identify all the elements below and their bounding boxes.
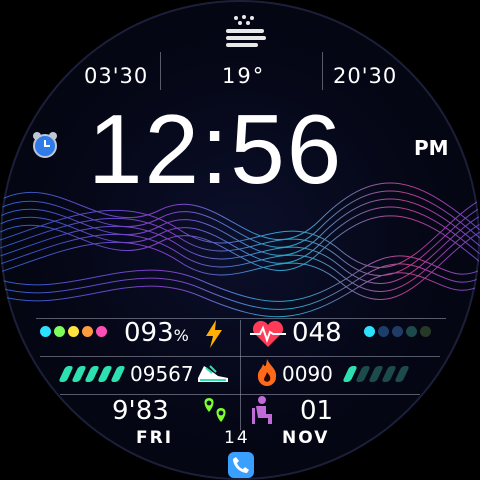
progress-stripe bbox=[110, 366, 126, 382]
flame-icon[interactable] bbox=[254, 358, 280, 388]
separator bbox=[160, 52, 161, 90]
am-pm-indicator: PM bbox=[414, 136, 449, 160]
indicator-dot bbox=[68, 326, 79, 337]
heart-pulse-icon[interactable] bbox=[250, 320, 286, 348]
heart-zone-dots bbox=[364, 326, 434, 338]
steps-value: 09567 bbox=[130, 362, 194, 386]
heart-rate-value: 048 bbox=[292, 318, 342, 348]
indicator-dot bbox=[54, 326, 65, 337]
date-month: NOV bbox=[282, 428, 330, 448]
person-sitting-icon[interactable] bbox=[248, 394, 278, 426]
temperature: 19° bbox=[222, 64, 266, 88]
alarm-clock-icon[interactable] bbox=[30, 130, 60, 160]
indicator-dot bbox=[378, 326, 389, 337]
indicator-dot bbox=[40, 326, 51, 337]
indicator-dot bbox=[82, 326, 93, 337]
calories-value: 0090 bbox=[282, 362, 333, 386]
phone-icon[interactable] bbox=[228, 452, 254, 478]
separator bbox=[322, 52, 323, 90]
sunrise-time: 03'30 bbox=[84, 64, 149, 88]
indicator-dot bbox=[406, 326, 417, 337]
separator bbox=[240, 320, 241, 430]
calories-progress-stripes bbox=[342, 366, 418, 384]
progress-stripe bbox=[394, 366, 410, 382]
sunset-time: 20'30 bbox=[333, 64, 398, 88]
watch-face: 03'30 19° 20'30 12:56 PM 093% 048 09567 … bbox=[0, 0, 480, 480]
indicator-dot bbox=[420, 326, 431, 337]
date-day: 14 bbox=[224, 428, 250, 448]
stand-value: 01 bbox=[300, 396, 334, 426]
fog-rain-icon bbox=[226, 15, 266, 47]
steps-progress-stripes bbox=[58, 366, 132, 384]
indicator-dot bbox=[364, 326, 375, 337]
running-shoe-icon[interactable] bbox=[196, 360, 230, 386]
date-weekday: FRI bbox=[136, 428, 174, 448]
location-pins-icon[interactable] bbox=[200, 394, 230, 424]
main-time: 12:56 bbox=[88, 94, 344, 204]
battery-level-dots bbox=[40, 326, 110, 338]
battery-value: 093% bbox=[124, 318, 189, 348]
distance-value: 9'83 bbox=[112, 396, 169, 426]
separator bbox=[36, 318, 446, 319]
indicator-dot bbox=[392, 326, 403, 337]
lightning-bolt-icon bbox=[206, 320, 222, 348]
indicator-dot bbox=[96, 326, 107, 337]
